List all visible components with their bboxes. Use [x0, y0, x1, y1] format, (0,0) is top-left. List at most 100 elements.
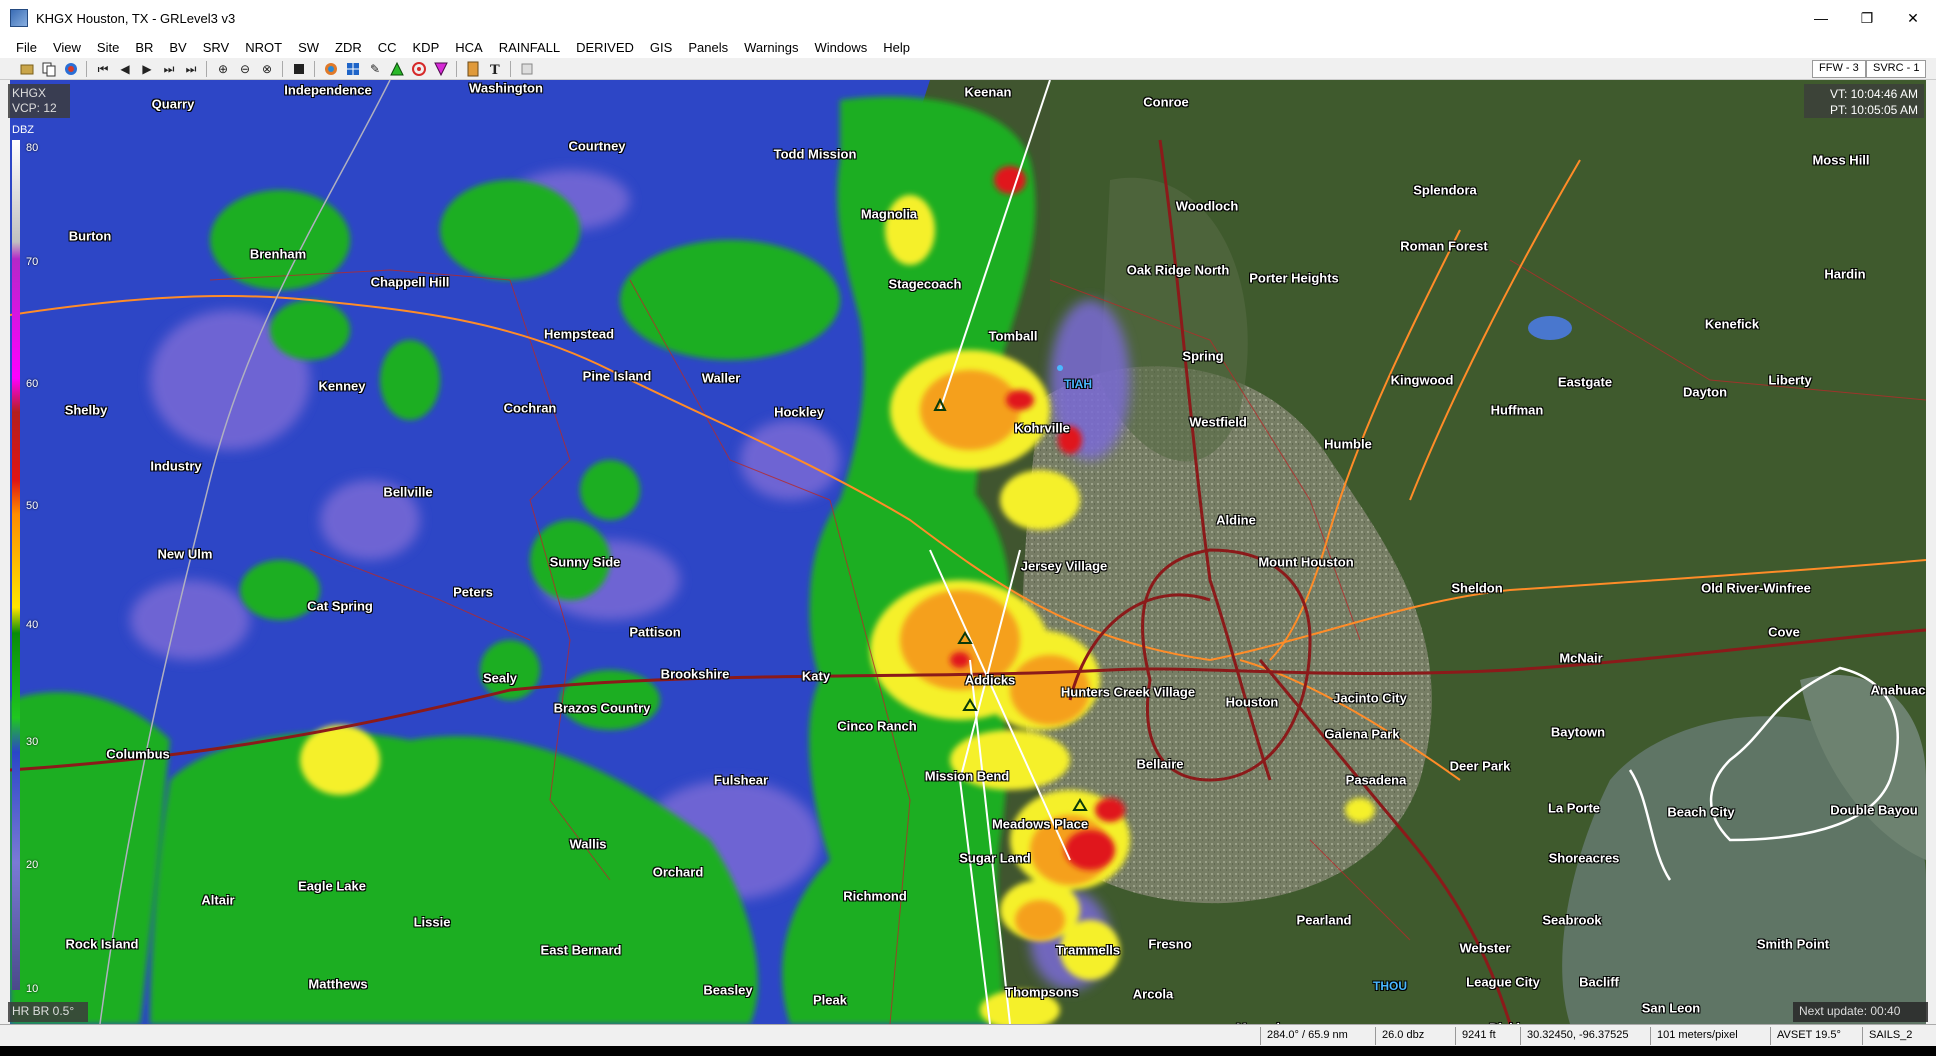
open-icon[interactable] — [18, 60, 36, 78]
place-label: Shoreacres — [1548, 850, 1620, 866]
place-label: Columbus — [106, 746, 170, 762]
status-sails: SAILS_2 — [1862, 1027, 1918, 1045]
place-label: Hempstead — [543, 326, 615, 342]
place-label: Smith Point — [1756, 936, 1830, 952]
menu-nrot[interactable]: NROT — [237, 40, 290, 55]
menu-windows[interactable]: Windows — [807, 40, 876, 55]
place-label: Lissie — [413, 914, 451, 930]
menu-cc[interactable]: CC — [370, 40, 405, 55]
site-id: KHGX — [12, 86, 47, 100]
place-label: Dayton — [1682, 384, 1728, 400]
place-label: Anahuac — [1870, 682, 1926, 698]
place-label: Quarry — [151, 96, 195, 112]
menu-site[interactable]: Site — [89, 40, 127, 55]
window-title: KHGX Houston, TX - GRLevel3 v3 — [36, 10, 236, 26]
place-label: Seabrook — [1542, 912, 1602, 928]
pencil-icon[interactable]: ✎ — [366, 60, 384, 78]
status-height: 9241 ft — [1455, 1027, 1502, 1045]
place-label: Eastgate — [1557, 374, 1613, 390]
place-label: Woodloch — [1175, 198, 1239, 214]
vcp-value: VCP: 12 — [12, 101, 57, 115]
place-label: Porter Heights — [1249, 270, 1339, 286]
minimize-button[interactable]: — — [1798, 0, 1844, 36]
place-label: Rock Island — [65, 936, 139, 952]
menu-bv[interactable]: BV — [161, 40, 194, 55]
place-label: Industry — [150, 458, 202, 474]
previous-frame-icon[interactable]: ◀ — [116, 60, 134, 78]
zoom-reset-icon[interactable]: ⊗ — [258, 60, 276, 78]
place-label: Sugar Land — [959, 850, 1031, 866]
place-label: Matthews — [308, 976, 368, 992]
place-label: Pattison — [629, 624, 681, 640]
place-label: Keenan — [964, 84, 1012, 100]
place-label: Jacinto City — [1333, 690, 1407, 706]
ffw-counter-button[interactable]: FFW - 3 — [1812, 60, 1866, 78]
place-label: Splendora — [1413, 182, 1477, 198]
radar-site-icon[interactable] — [62, 60, 80, 78]
stop-icon[interactable] — [290, 60, 308, 78]
layers-icon[interactable] — [322, 60, 340, 78]
maximize-button[interactable]: ❐ — [1844, 0, 1890, 36]
last-frame-icon[interactable]: ⏭ — [182, 60, 200, 78]
menu-warnings[interactable]: Warnings — [736, 40, 806, 55]
svrc-counter-button[interactable]: SVRC - 1 — [1866, 60, 1927, 78]
text-tool-icon[interactable]: T — [486, 60, 504, 78]
colorbar-tick: 10 — [26, 983, 39, 995]
close-button[interactable]: ✕ — [1890, 0, 1936, 36]
place-label: San Leon — [1641, 1000, 1701, 1016]
place-label: Pine Island — [582, 368, 652, 384]
place-label: Eagle Lake — [298, 878, 366, 894]
menu-zdr[interactable]: ZDR — [327, 40, 370, 55]
play-icon[interactable]: ▶ — [138, 60, 156, 78]
place-label: Bellaire — [1136, 756, 1184, 772]
place-label: Galena Park — [1324, 726, 1400, 742]
place-label: Huffman — [1490, 402, 1544, 418]
valid-time: VT: 10:04:46 AM — [1829, 87, 1918, 101]
panel-toggle-icon[interactable] — [518, 60, 536, 78]
next-frame-icon[interactable]: ⏭ — [160, 60, 178, 78]
color-table-icon[interactable] — [464, 60, 482, 78]
place-label: Mission Bend — [924, 768, 1010, 784]
menu-hca[interactable]: HCA — [447, 40, 490, 55]
place-label: Webster — [1459, 940, 1511, 956]
place-label: Westfield — [1189, 414, 1247, 430]
place-label: Katy — [801, 668, 831, 684]
place-label: Shelby — [64, 402, 108, 418]
place-label: Fresno — [1148, 936, 1192, 952]
title-bar: KHGX Houston, TX - GRLevel3 v3 — ❐ ✕ — [0, 0, 1936, 36]
place-label: Liberty — [1768, 372, 1812, 388]
place-label: Tomball — [988, 328, 1038, 344]
tvs-triangle-icon[interactable] — [432, 60, 450, 78]
colorbar-unit-label: DBZ — [12, 124, 34, 136]
copy-icon[interactable] — [40, 60, 58, 78]
meso-triangle-icon[interactable] — [388, 60, 406, 78]
zoom-in-icon[interactable]: ⊕ — [214, 60, 232, 78]
place-label: Sunny Side — [549, 554, 621, 570]
menu-file[interactable]: File — [8, 40, 45, 55]
place-label: Peters — [453, 584, 493, 600]
menu-br[interactable]: BR — [127, 40, 161, 55]
status-bar: 284.0° / 65.9 nm 26.0 dbz 9241 ft 30.324… — [0, 1024, 1936, 1046]
menu-rainfall[interactable]: RAINFALL — [491, 40, 568, 55]
bottom-strip — [0, 1046, 1936, 1056]
menu-help[interactable]: Help — [875, 40, 918, 55]
menu-panels[interactable]: Panels — [680, 40, 736, 55]
menu-gis[interactable]: GIS — [642, 40, 680, 55]
storm-circle-icon[interactable] — [410, 60, 428, 78]
menu-derived[interactable]: DERIVED — [568, 40, 642, 55]
menu-view[interactable]: View — [45, 40, 89, 55]
place-label: Hunters Creek Village — [1060, 684, 1196, 700]
status-value: 26.0 dbz — [1375, 1027, 1430, 1045]
place-label: Beasley — [703, 982, 753, 998]
colorbar-tick: 70 — [26, 256, 39, 268]
radar-map[interactable]: Quarry Independence Washington Keenan Conroe… — [10, 80, 1926, 1024]
menu-kdp[interactable]: KDP — [405, 40, 448, 55]
place-label: Meadows Place — [991, 816, 1089, 832]
place-label: Burton — [68, 228, 112, 244]
menu-srv[interactable]: SRV — [195, 40, 238, 55]
zoom-out-icon[interactable]: ⊖ — [236, 60, 254, 78]
place-label: New Ulm — [157, 546, 213, 562]
menu-sw[interactable]: SW — [290, 40, 327, 55]
first-frame-icon[interactable]: ⏮ — [94, 60, 112, 78]
grid-icon[interactable] — [344, 60, 362, 78]
